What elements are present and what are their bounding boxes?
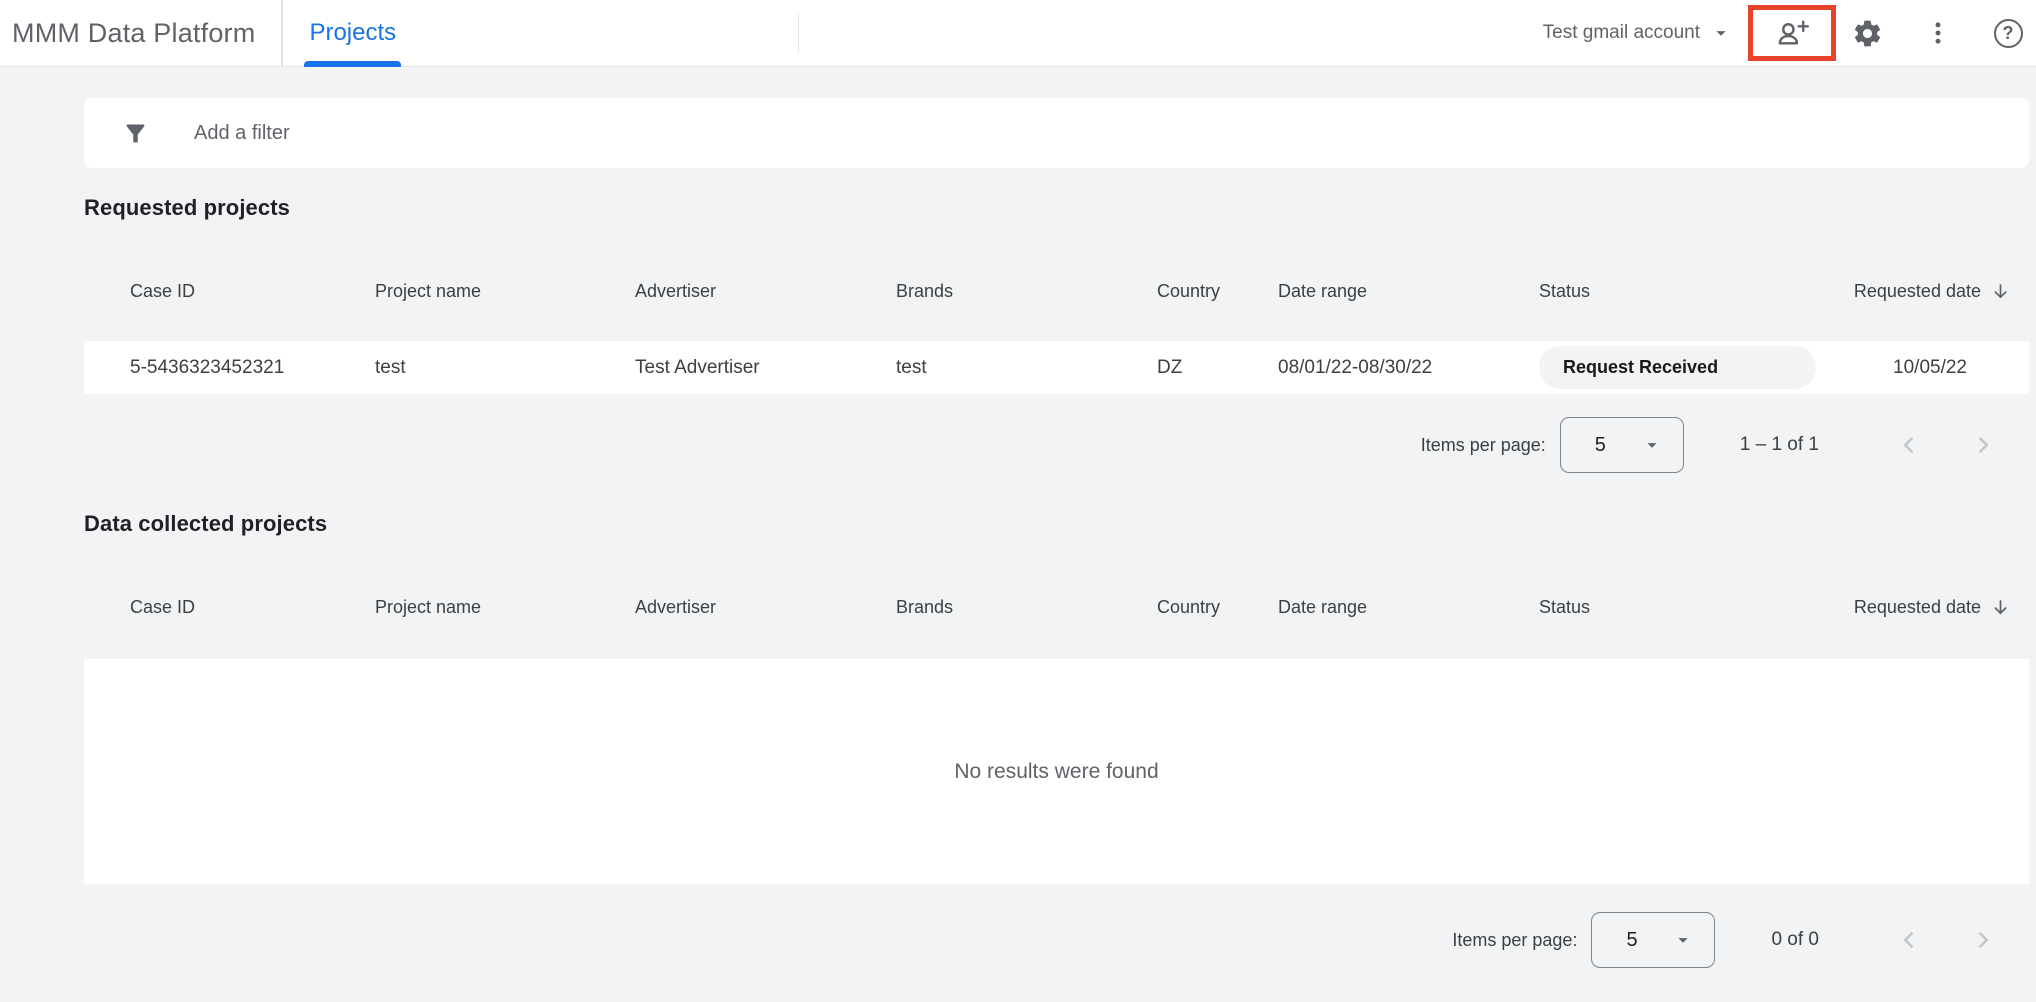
- data-collected-header-row: Case ID Project name Advertiser Brands C…: [84, 582, 2029, 632]
- column-header-requested-date-label: Requested date: [1854, 597, 1981, 618]
- column-header-case-id[interactable]: Case ID: [130, 281, 375, 302]
- requested-projects-header-row: Case ID Project name Advertiser Brands C…: [84, 266, 2029, 316]
- more-options-button[interactable]: [1916, 11, 1960, 55]
- chevron-down-icon: [1672, 929, 1694, 951]
- chevron-down-icon: [1641, 434, 1663, 456]
- data-collected-projects-title: Data collected projects: [84, 511, 2029, 537]
- filter-placeholder: Add a filter: [194, 122, 290, 145]
- app-title: MMM Data Platform: [0, 18, 255, 49]
- sort-desc-icon: [1990, 597, 2011, 618]
- cell-country: DZ: [1157, 357, 1278, 379]
- cell-date-range: 08/01/22-08/30/22: [1278, 357, 1539, 379]
- app-header: MMM Data Platform Projects Test gmail ac…: [0, 0, 2036, 67]
- filter-funnel-icon: [122, 120, 149, 147]
- table-row[interactable]: 5-5436323452321 test Test Advertiser tes…: [84, 341, 2029, 394]
- tab-projects-label: Projects: [309, 19, 396, 47]
- help-button[interactable]: ?: [1986, 11, 2030, 55]
- header-actions: Test gmail account: [1541, 5, 2036, 61]
- page-size-select[interactable]: 5: [1591, 912, 1715, 968]
- column-header-country[interactable]: Country: [1157, 281, 1278, 302]
- pagination-range: 1 – 1 of 1: [1740, 434, 1819, 456]
- column-header-brands[interactable]: Brands: [896, 281, 1157, 302]
- column-header-advertiser[interactable]: Advertiser: [635, 597, 896, 618]
- cell-requested-date: 10/05/22: [1836, 357, 2011, 379]
- next-page-button[interactable]: [1969, 431, 1997, 459]
- chevron-right-icon: [1970, 927, 1996, 953]
- more-vertical-icon: [1924, 19, 1952, 47]
- requested-projects-title: Requested projects: [84, 195, 2029, 221]
- previous-page-button[interactable]: [1895, 431, 1923, 459]
- column-header-date-range[interactable]: Date range: [1278, 597, 1539, 618]
- column-header-date-range[interactable]: Date range: [1278, 281, 1539, 302]
- cell-status: Request Received: [1539, 346, 1836, 389]
- pagination-range: 0 of 0: [1771, 929, 1819, 951]
- page-size-select[interactable]: 5: [1560, 417, 1684, 473]
- empty-results-area: No results were found: [84, 659, 2029, 884]
- filter-bar[interactable]: Add a filter: [84, 98, 2029, 168]
- header-divider-2: [798, 13, 799, 53]
- column-header-advertiser[interactable]: Advertiser: [635, 281, 896, 302]
- requested-projects-pagination: Items per page: 5 1 – 1 of 1: [84, 416, 2029, 474]
- cell-case-id: 5-5436323452321: [130, 357, 375, 379]
- cell-project-name: test: [375, 357, 635, 379]
- cell-brands: test: [896, 357, 1157, 379]
- page-size-value: 5: [1595, 434, 1606, 457]
- main-content: Add a filter Requested projects Case ID …: [0, 67, 2036, 969]
- column-header-case-id[interactable]: Case ID: [130, 597, 375, 618]
- account-switcher[interactable]: Test gmail account: [1541, 14, 1734, 52]
- previous-page-button[interactable]: [1895, 926, 1923, 954]
- empty-results-message: No results were found: [954, 760, 1158, 784]
- column-header-requested-date[interactable]: Requested date: [1836, 597, 2011, 618]
- settings-button[interactable]: [1845, 11, 1889, 55]
- sort-desc-icon: [1990, 281, 2011, 302]
- gear-icon: [1852, 18, 1883, 49]
- person-add-icon: [1775, 18, 1809, 48]
- items-per-page-label: Items per page:: [1452, 930, 1577, 951]
- help-icon: ?: [1994, 19, 2023, 48]
- items-per-page-label: Items per page:: [1421, 435, 1546, 456]
- chevron-left-icon: [1896, 432, 1922, 458]
- column-header-country[interactable]: Country: [1157, 597, 1278, 618]
- chevron-left-icon: [1896, 927, 1922, 953]
- column-header-brands[interactable]: Brands: [896, 597, 1157, 618]
- page-size-value: 5: [1626, 929, 1637, 952]
- column-header-requested-date[interactable]: Requested date: [1836, 281, 2011, 302]
- account-label: Test gmail account: [1543, 22, 1700, 44]
- data-collected-pagination: Items per page: 5 0 of 0: [84, 911, 2029, 969]
- chevron-right-icon: [1970, 432, 1996, 458]
- column-header-status[interactable]: Status: [1539, 597, 1836, 618]
- column-header-project-name[interactable]: Project name: [375, 597, 635, 618]
- column-header-requested-date-label: Requested date: [1854, 281, 1981, 302]
- column-header-status[interactable]: Status: [1539, 281, 1836, 302]
- add-user-button[interactable]: [1770, 11, 1814, 55]
- header-divider: [281, 0, 283, 66]
- active-tab-indicator: [304, 61, 401, 67]
- cell-advertiser: Test Advertiser: [635, 357, 896, 379]
- annotation-highlight-box: [1748, 5, 1836, 61]
- status-badge: Request Received: [1539, 346, 1816, 389]
- tab-projects[interactable]: Projects: [307, 0, 398, 67]
- chevron-down-icon: [1710, 22, 1732, 44]
- next-page-button[interactable]: [1969, 926, 1997, 954]
- column-header-project-name[interactable]: Project name: [375, 281, 635, 302]
